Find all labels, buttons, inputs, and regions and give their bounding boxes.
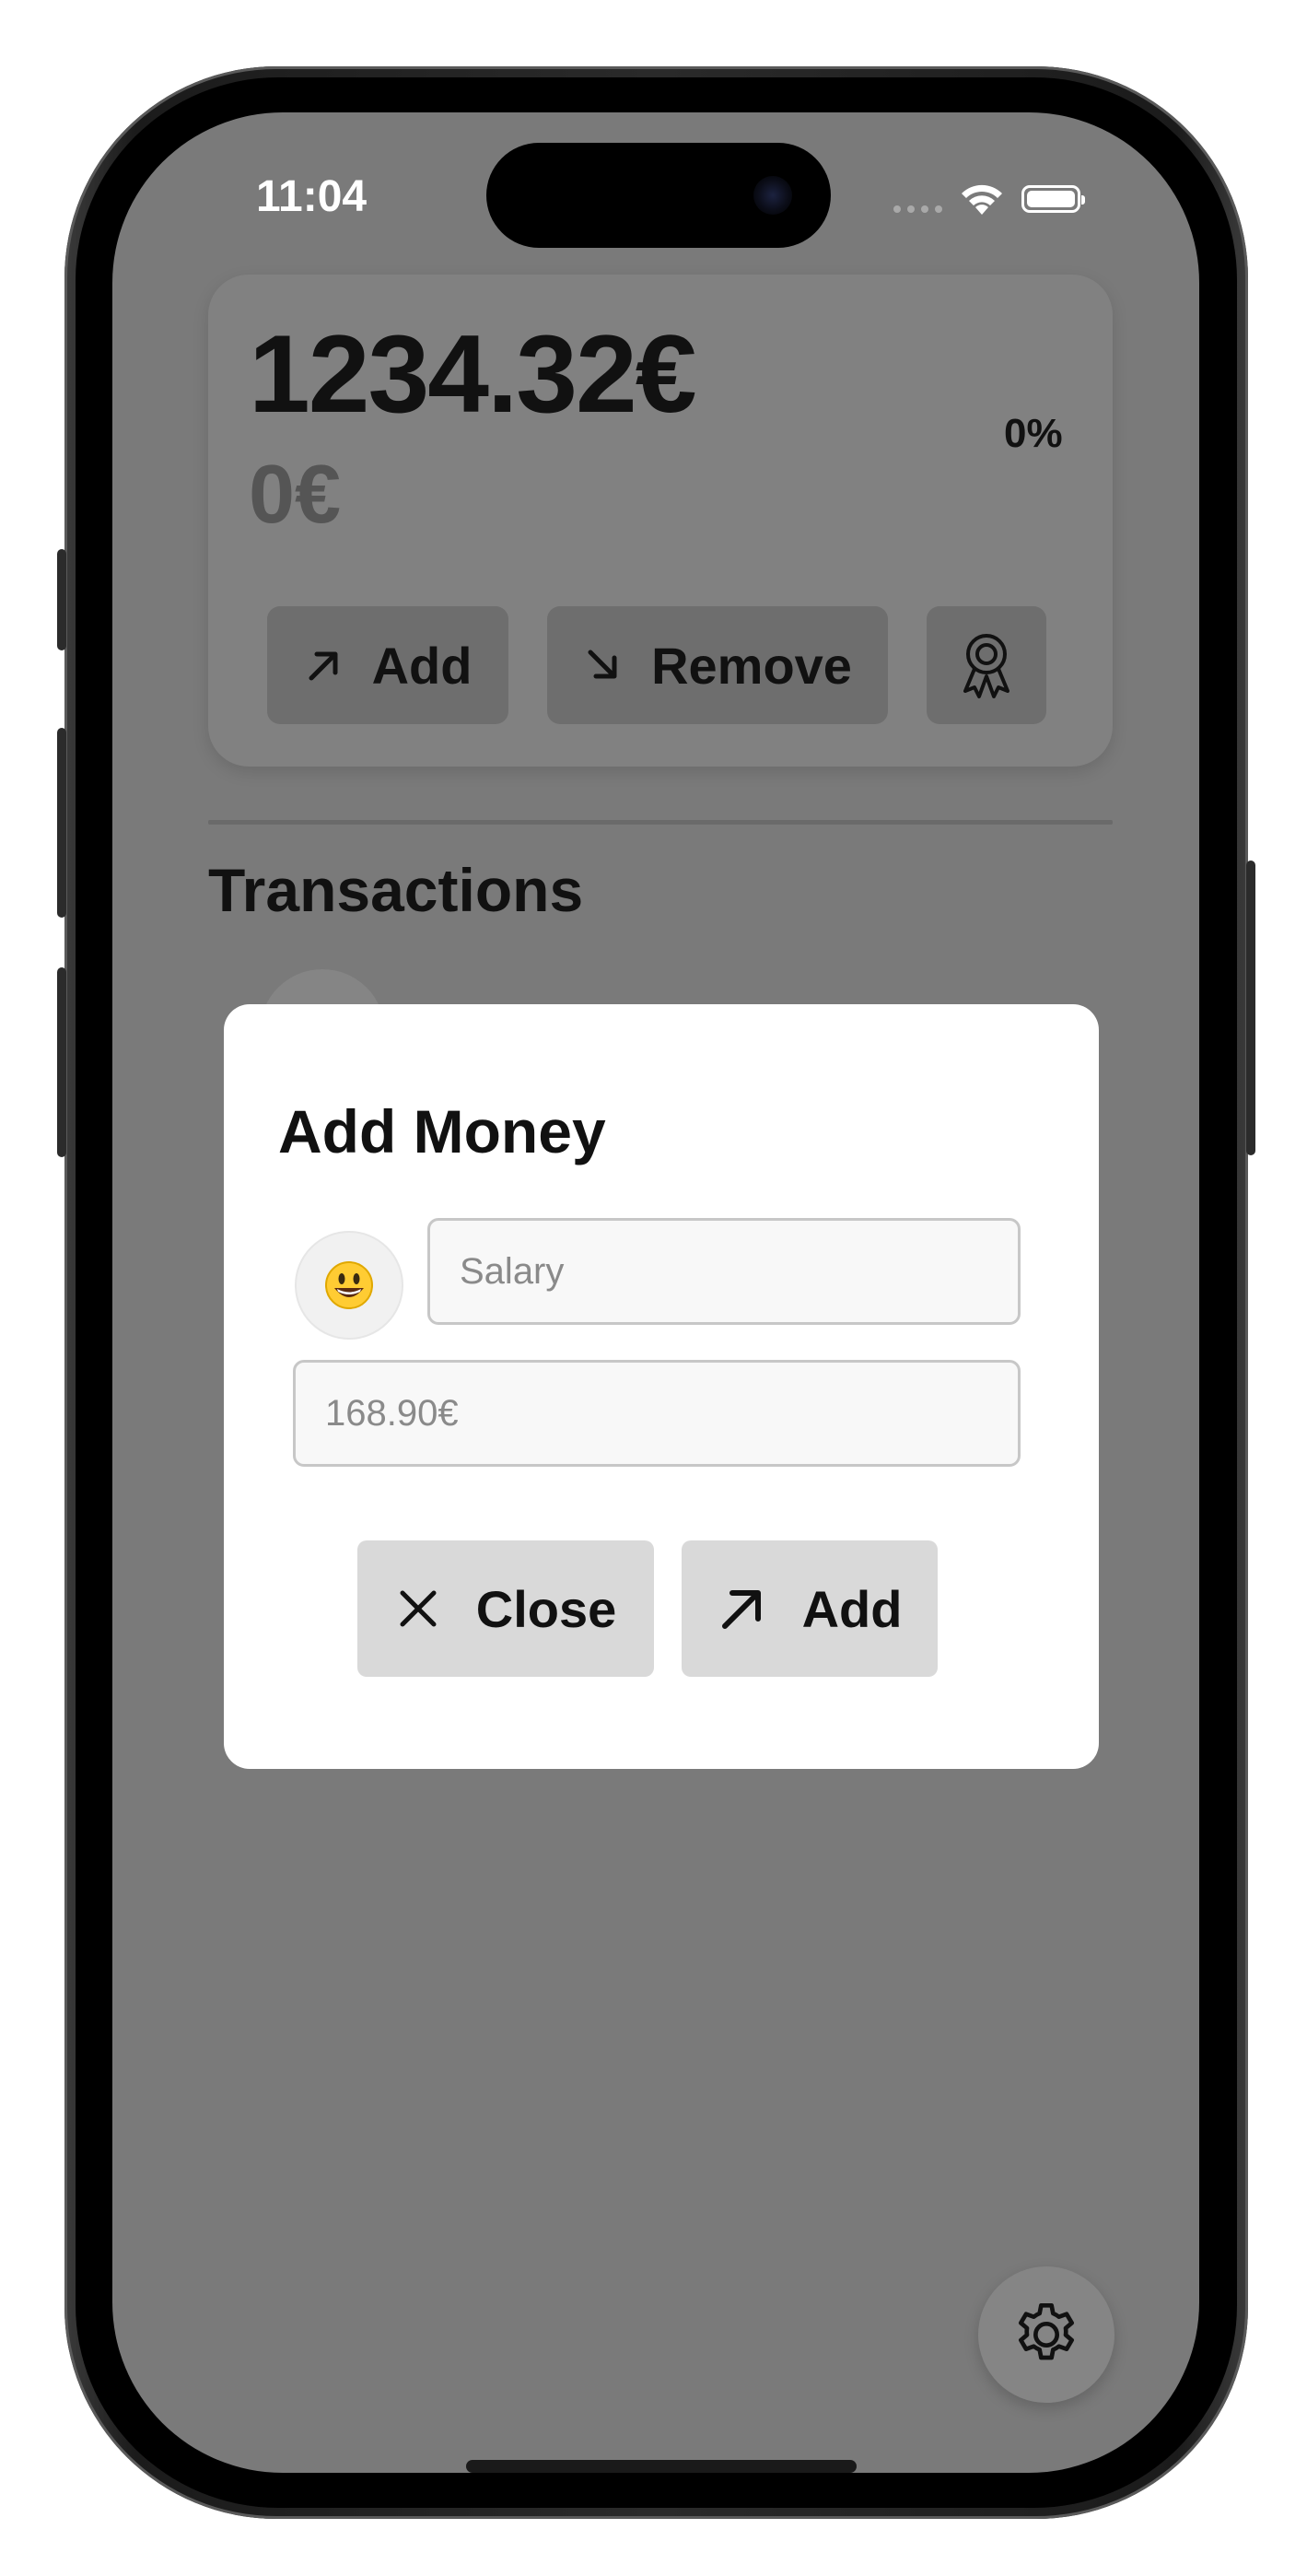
dynamic-island: [486, 143, 831, 248]
signal-dots-icon: [893, 185, 942, 213]
gear-icon: [1019, 2303, 1074, 2360]
battery-icon: [1021, 185, 1085, 213]
divider: [208, 820, 1113, 825]
dialog-title: Add Money: [278, 1097, 606, 1165]
add-button[interactable]: Add: [267, 606, 508, 724]
volume-up-button: [57, 728, 66, 918]
volume-down-button: [57, 967, 66, 1157]
smiley-emoji-icon: [325, 1261, 373, 1309]
remove-button[interactable]: Remove: [547, 606, 888, 724]
close-button-label: Close: [475, 1579, 617, 1638]
add-button-label: Add: [371, 636, 473, 695]
action-button: [57, 549, 66, 650]
confirm-add-button[interactable]: Add: [682, 1540, 938, 1677]
arrow-up-right-icon: [309, 651, 338, 681]
remove-button-label: Remove: [651, 636, 852, 695]
power-button: [1246, 861, 1255, 1155]
achievements-button[interactable]: [927, 606, 1046, 724]
balance-amount: 1234.32€: [249, 312, 697, 436]
wifi-icon: [962, 184, 1002, 215]
close-button[interactable]: Close: [357, 1540, 654, 1677]
settings-button[interactable]: [978, 2266, 1114, 2403]
transactions-title: Transactions: [208, 856, 584, 924]
arrow-down-right-icon: [588, 650, 617, 679]
name-input[interactable]: [427, 1218, 1021, 1325]
camera-icon: [753, 176, 792, 215]
status-indicators: [893, 179, 1085, 219]
secondary-amount: 0€: [249, 449, 342, 541]
confirm-add-button-label: Add: [801, 1579, 903, 1638]
percent-change: 0%: [1004, 411, 1063, 456]
award-icon: [963, 634, 1009, 698]
close-icon: [400, 1590, 437, 1627]
amount-input[interactable]: [293, 1360, 1021, 1467]
emoji-picker-button[interactable]: [295, 1231, 403, 1340]
status-time: 11:04: [256, 172, 368, 221]
arrow-up-right-icon: [721, 1590, 761, 1629]
home-indicator[interactable]: [466, 2460, 857, 2473]
